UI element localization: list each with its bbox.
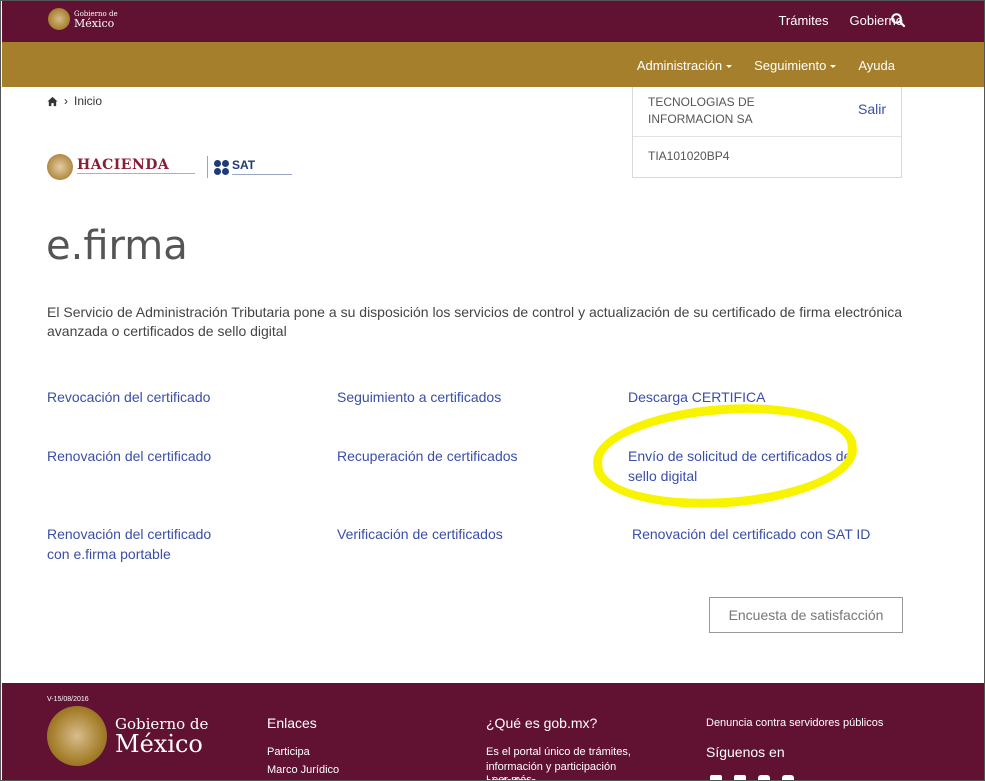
menu-ayuda-label: Ayuda	[858, 58, 895, 73]
youtube-icon[interactable]	[782, 775, 794, 780]
menu-seguimiento-label: Seguimiento	[754, 58, 827, 73]
facebook-icon[interactable]	[710, 775, 722, 780]
sat-logo-underline	[232, 173, 292, 176]
instagram-icon[interactable]	[758, 775, 770, 780]
social-links	[710, 775, 794, 780]
footer-siguenos: Síguenos en	[706, 744, 785, 760]
footer-logo-line2: México	[115, 729, 203, 758]
logo-divider	[207, 156, 208, 178]
breadcrumb: › Inicio	[47, 94, 102, 108]
x-twitter-icon[interactable]	[734, 775, 746, 780]
logout-link[interactable]: Salir	[858, 101, 886, 117]
caret-down-icon	[726, 64, 733, 68]
user-rfc: TIA101020BP4	[648, 149, 730, 163]
search-icon[interactable]	[890, 12, 906, 28]
footer-enlaces-title: Enlaces	[267, 715, 317, 731]
service-menu: Administración Seguimiento Ayuda	[637, 58, 895, 73]
breadcrumb-inicio[interactable]: Inicio	[74, 94, 102, 108]
breadcrumb-separator: ›	[64, 94, 68, 108]
sat-dots-icon	[214, 159, 229, 175]
link-envio-solicitud-sello[interactable]: Envío de solicitud de certificados de se…	[628, 447, 853, 486]
national-seal-icon	[48, 8, 70, 30]
nav-tramites-link[interactable]: Trámites	[778, 13, 828, 28]
intro-text: El Servicio de Administración Tributaria…	[47, 304, 902, 339]
top-nav: Trámites Gobierno	[778, 13, 903, 28]
footer-link-marco-juridico[interactable]: Marco Jurídico	[267, 763, 339, 778]
logo-line2: México	[74, 17, 115, 30]
hacienda-logo-underline	[77, 172, 195, 177]
link-descarga-certifica[interactable]: Descarga CERTIFICA	[628, 388, 765, 408]
sat-logo-text: SAT	[232, 157, 256, 172]
footer-about-title: ¿Qué es gob.mx?	[486, 715, 598, 731]
user-name: TECNOLOGIAS DE INFORMACION SA	[648, 95, 755, 126]
link-seguimiento-certificados[interactable]: Seguimiento a certificados	[337, 388, 501, 408]
link-recuperacion[interactable]: Recuperación de certificados	[337, 447, 518, 467]
user-info-panel: TECNOLOGIAS DE INFORMACION SA Salir TIA1…	[632, 87, 902, 178]
menu-ayuda[interactable]: Ayuda	[858, 58, 895, 73]
hacienda-sat-logos: HACIENDA SAT	[47, 154, 292, 180]
page-title: e.firma	[46, 223, 188, 269]
link-verificacion[interactable]: Verificación de certificados	[337, 525, 503, 545]
gobierno-de-mexico-logo[interactable]: Gobierno de México	[48, 8, 118, 30]
link-renovacion-efirma-portable[interactable]: Renovación del certificado con e.firma p…	[47, 525, 232, 564]
menu-administracion[interactable]: Administración	[636, 58, 733, 73]
hacienda-seal-icon	[47, 154, 73, 180]
footer-version: V-15/08/2016	[47, 696, 89, 703]
footer: V-15/08/2016 Gobierno de México Enlaces …	[2, 683, 984, 780]
survey-button[interactable]: Encuesta de satisfacción	[709, 597, 903, 633]
footer-denuncia-link[interactable]: Denuncia contra servidores públicos	[706, 716, 883, 731]
menu-seguimiento[interactable]: Seguimiento	[754, 58, 837, 73]
footer-link-participa[interactable]: Participa	[267, 745, 310, 760]
footer-read-more-link[interactable]: Leer más	[486, 773, 532, 780]
national-seal-icon	[47, 706, 107, 766]
menu-administracion-label: Administración	[636, 58, 723, 73]
hacienda-logo-text: HACIENDA	[77, 156, 170, 173]
caret-down-icon	[830, 64, 837, 68]
top-header-bar: Gobierno de México Trámites Gobierno	[2, 1, 984, 42]
footer-gobierno-logo[interactable]: Gobierno de México	[47, 706, 208, 766]
link-revocacion[interactable]: Revocación del certificado	[47, 388, 210, 408]
home-icon[interactable]	[47, 96, 58, 107]
link-renovacion-sat-id[interactable]: Renovación del certificado con SAT ID	[632, 525, 870, 545]
service-nav-bar: Administración Seguimiento Ayuda	[2, 42, 984, 87]
browser-viewport: Gobierno de México Trámites Gobierno Adm…	[0, 0, 985, 781]
link-renovacion[interactable]: Renovación del certificado	[47, 447, 211, 467]
